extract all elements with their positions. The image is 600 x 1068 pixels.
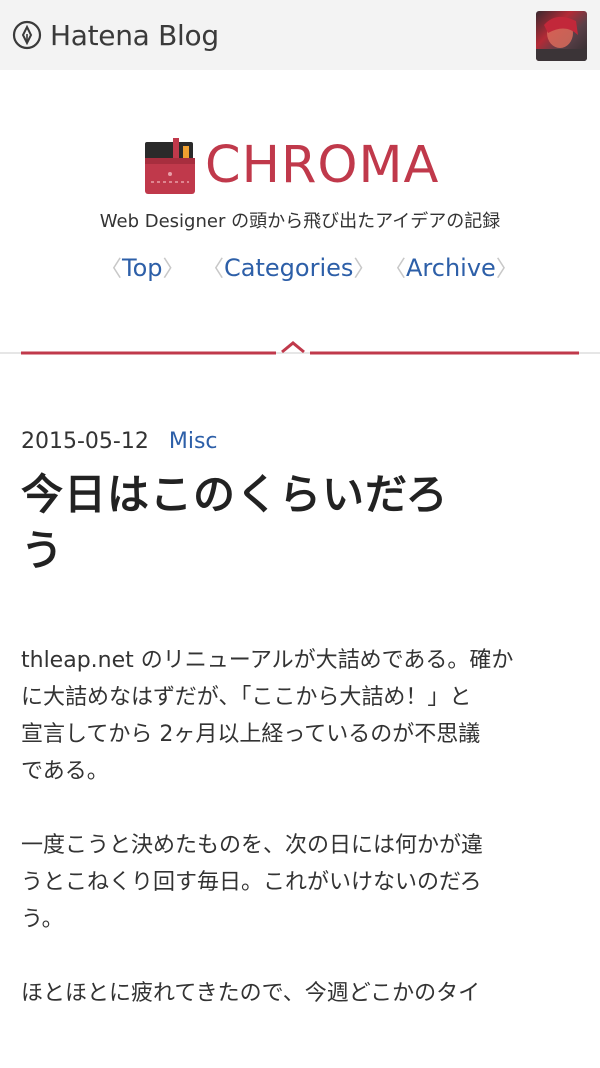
post-title-line: う [21, 526, 65, 575]
bracket-right-icon: 〉 [353, 257, 376, 282]
body-line: うとこねくり回す毎日。これがいけないのだろ [21, 870, 482, 895]
body-line: 宣言してから 2ヶ月以上経っているのが不思議 [21, 722, 481, 747]
hatena-topbar: Hatena Blog [0, 0, 600, 70]
post-paragraph: 一度こうと決めたものを、次の日には何かが違 うとこねくり回す毎日。これがいけない… [21, 827, 581, 938]
avatar-image [536, 16, 587, 61]
brand-label: Hatena Blog [50, 18, 219, 52]
user-avatar[interactable] [536, 11, 587, 61]
notebook-pencil-logo-icon [145, 138, 195, 194]
post-paragraph: thleap.net のリニューアルが大詰めである。確か に大詰めなはずだが、「… [21, 642, 581, 790]
site-nav: 〈Top〉 〈Categories〉 〈Archive〉 [0, 250, 600, 286]
post-body: thleap.net のリニューアルが大詰めである。確か に大詰めなはずだが、「… [21, 642, 581, 1012]
nav-item-label: Categories [224, 254, 354, 282]
site-tagline: Web Designer の頭から飛び出たアイデアの記録 [99, 211, 501, 232]
header-divider [0, 341, 600, 355]
post-paragraph: ほとほとに疲れてきたので、今週どこかのタイ [21, 975, 581, 1012]
bracket-left-icon: 〈 [384, 257, 407, 282]
site-logo-mark[interactable] [143, 136, 197, 196]
hatena-pen-icon [12, 20, 42, 50]
body-line: う。 [21, 907, 64, 932]
caret-up-icon [281, 341, 305, 354]
body-line: に大詰めなはずだが、「ここから大詰め！」と [21, 685, 472, 710]
hatena-blog-home-link[interactable]: Hatena Blog [12, 16, 219, 54]
nav-item-label: Archive [406, 254, 496, 282]
body-line: 一度こうと決めたものを、次の日には何かが違 [21, 833, 484, 858]
post-title-line: 今日はこのくらいだろ [21, 470, 449, 519]
nav-item-label: Top [122, 254, 163, 282]
body-line: ほとほとに疲れてきたので、今週どこかのタイ [21, 981, 481, 1006]
nav-item-categories[interactable]: 〈Categories〉 [202, 250, 375, 286]
site-title[interactable]: CHROMA [205, 136, 439, 196]
body-line: thleap.net のリニューアルが大詰めである。確か [21, 648, 514, 673]
bracket-right-icon: 〉 [495, 257, 518, 282]
bracket-right-icon: 〉 [162, 257, 185, 282]
blog-post: 2015-05-12 Misc 今日はこのくらいだろ う thleap.net … [21, 420, 581, 1049]
bracket-left-icon: 〈 [202, 257, 225, 282]
nav-item-top[interactable]: 〈Top〉 [100, 250, 185, 286]
post-date[interactable]: 2015-05-12 [21, 429, 149, 454]
body-line: である。 [21, 759, 109, 784]
nav-item-archive[interactable]: 〈Archive〉 [384, 250, 518, 286]
bracket-left-icon: 〈 [100, 257, 123, 282]
post-category-link[interactable]: Misc [169, 429, 218, 454]
post-meta: 2015-05-12 Misc [21, 420, 581, 462]
post-title[interactable]: 今日はこのくらいだろ う [21, 467, 581, 579]
